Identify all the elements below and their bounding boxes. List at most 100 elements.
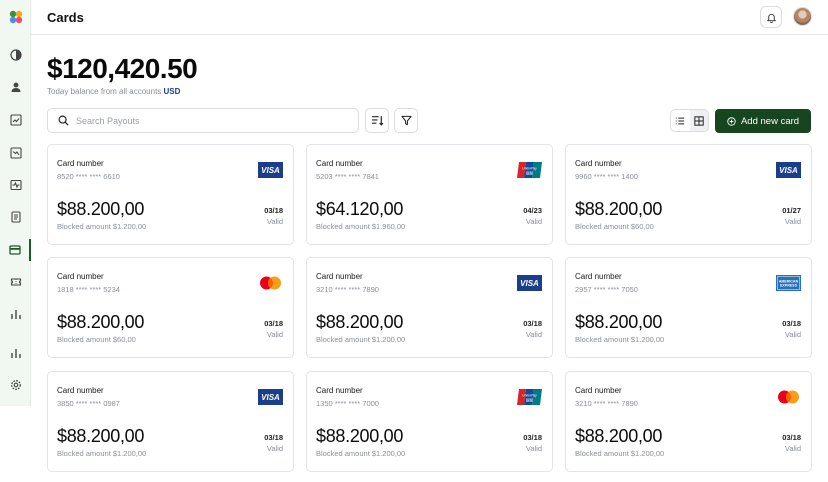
total-balance: $120,420.50	[47, 53, 198, 84]
card-status: Valid	[784, 217, 801, 226]
sidebar-item-overview[interactable]	[0, 44, 31, 66]
sidebar-item-tickets[interactable]	[0, 271, 31, 293]
blocked-amount: Blocked amount $1.200,00	[316, 449, 406, 458]
card-number: 1350 **** **** 7000	[316, 399, 379, 408]
contrast-icon	[9, 49, 22, 61]
grid-view-button[interactable]	[689, 110, 708, 131]
card-number-label: Card number	[316, 159, 363, 168]
sidebar-item-reports[interactable]	[0, 303, 31, 325]
notifications-button[interactable]	[760, 6, 782, 28]
sidebar-item-expenses[interactable]	[0, 142, 31, 164]
card-number: 9960 **** **** 1400	[575, 172, 638, 181]
svg-text:银联: 银联	[526, 171, 534, 176]
unionpay-logo: UnionPay银联	[517, 389, 542, 405]
blocked-amount: Blocked amount $1.200,00	[57, 222, 147, 231]
blocked-amount: Blocked amount $1.200,00	[57, 449, 147, 458]
balance-caption: Today balance from all accounts USD	[47, 87, 180, 96]
card-expiry: 04/23	[523, 206, 542, 215]
balance-caption-text: Today balance from all accounts	[47, 87, 162, 96]
card-tile[interactable]: Card number 1350 **** **** 7000 UnionPay 银联…	[306, 371, 553, 472]
card-number-label: Card number	[575, 386, 622, 395]
card-brand: AMERICAN EXPRESS	[776, 275, 801, 296]
sidebar-item-profile[interactable]	[0, 76, 31, 98]
card-expiry: 03/18	[782, 319, 801, 328]
card-tile[interactable]: Card number 2957 **** **** 7050 AMERICAN EX…	[565, 257, 812, 358]
card-tile[interactable]: Card number 5203 **** **** 7841 UnionPay 银联…	[306, 144, 553, 245]
list-view-button[interactable]	[671, 110, 690, 131]
card-number-label: Card number	[57, 159, 104, 168]
trend-chart-icon	[9, 114, 22, 126]
card-expiry: 03/18	[264, 206, 283, 215]
card-amount: $88.200,00	[57, 312, 145, 332]
blocked-amount: Blocked amount $1.200,00	[316, 335, 406, 344]
settings-icon	[10, 380, 21, 390]
card-amount: $64.120,00	[316, 199, 404, 219]
sort-icon	[371, 116, 383, 126]
card-tile[interactable]: Card number 3210 **** **** 7890 VISA $88.20…	[306, 257, 553, 358]
grid-icon	[694, 115, 704, 126]
card-number: 3210 **** **** 7890	[575, 399, 638, 408]
card-expiry: 03/18	[523, 433, 542, 442]
svg-text:VISA: VISA	[520, 279, 539, 288]
card-expiry: 03/18	[523, 319, 542, 328]
sidebar-item-settings[interactable]	[0, 374, 31, 396]
card-tile[interactable]: Card number 8520 **** **** 6610 VISA $88.20…	[47, 144, 294, 245]
card-expiry: 03/18	[264, 433, 283, 442]
card-status: Valid	[784, 330, 801, 339]
card-status: Valid	[266, 330, 283, 339]
sidebar-item-statistics[interactable]	[0, 342, 31, 364]
view-toggle	[670, 109, 709, 132]
unionpay-logo: UnionPay银联	[517, 162, 542, 178]
visa-logo: VISA	[258, 389, 283, 405]
svg-text:银联: 银联	[526, 398, 534, 403]
sidebar-item-analytics[interactable]	[0, 109, 31, 131]
pulse-icon	[9, 179, 22, 191]
card-status: Valid	[266, 444, 283, 453]
card-amount: $88.200,00	[316, 312, 404, 332]
sort-button[interactable]	[365, 108, 389, 133]
card-tile[interactable]: Card number 1818 **** **** 5234 $88.200,00…	[47, 257, 294, 358]
card-number: 8520 **** **** 6610	[57, 172, 120, 181]
search-box[interactable]	[47, 108, 359, 133]
card-expiry: 03/18	[782, 433, 801, 442]
search-input[interactable]	[76, 115, 336, 126]
card-icon	[8, 245, 21, 255]
sidebar	[0, 0, 31, 406]
sidebar-item-cards[interactable]	[0, 239, 31, 261]
avatar[interactable]	[793, 7, 812, 26]
card-tile[interactable]: Card number 3210 **** **** 7890 $88.200,00…	[565, 371, 812, 472]
sidebar-item-documents[interactable]	[0, 206, 31, 228]
amex-logo: AMERICANEXPRESS	[776, 275, 801, 291]
svg-text:VISA: VISA	[779, 166, 798, 175]
currency-label[interactable]: USD	[164, 87, 181, 96]
app-logo[interactable]	[8, 9, 24, 25]
bar-chart-icon	[10, 310, 21, 319]
visa-logo: VISA	[258, 162, 283, 178]
card-number-label: Card number	[575, 159, 622, 168]
mastercard-logo	[778, 390, 799, 404]
card-tile[interactable]: Card number 3850 **** **** 0987 VISA $88.20…	[47, 371, 294, 472]
card-tile[interactable]: Card number 9960 **** **** 1400 VISA $88.20…	[565, 144, 812, 245]
svg-text:VISA: VISA	[261, 393, 280, 402]
card-number-label: Card number	[316, 386, 363, 395]
card-brand: UnionPay 银联	[517, 162, 542, 183]
card-expiry: 01/27	[782, 206, 801, 215]
sidebar-item-activity[interactable]	[0, 174, 31, 196]
card-brand	[258, 275, 283, 296]
add-new-card-label: Add new card	[740, 115, 800, 127]
card-number-label: Card number	[575, 272, 622, 281]
user-icon	[11, 82, 20, 92]
filter-icon	[400, 115, 412, 126]
card-amount: $88.200,00	[57, 426, 145, 446]
add-new-card-button[interactable]: Add new card	[715, 109, 811, 133]
visa-logo: VISA	[517, 275, 542, 291]
card-number-label: Card number	[57, 386, 104, 395]
filter-button[interactable]	[394, 108, 418, 133]
card-amount: $88.200,00	[575, 199, 663, 219]
card-status: Valid	[784, 444, 801, 453]
card-number: 3850 **** **** 0987	[57, 399, 120, 408]
document-icon	[10, 211, 21, 223]
blocked-amount: Blocked amount $1.200,00	[575, 449, 665, 458]
card-number: 5203 **** **** 7841	[316, 172, 379, 181]
card-brand: VISA	[258, 162, 283, 183]
